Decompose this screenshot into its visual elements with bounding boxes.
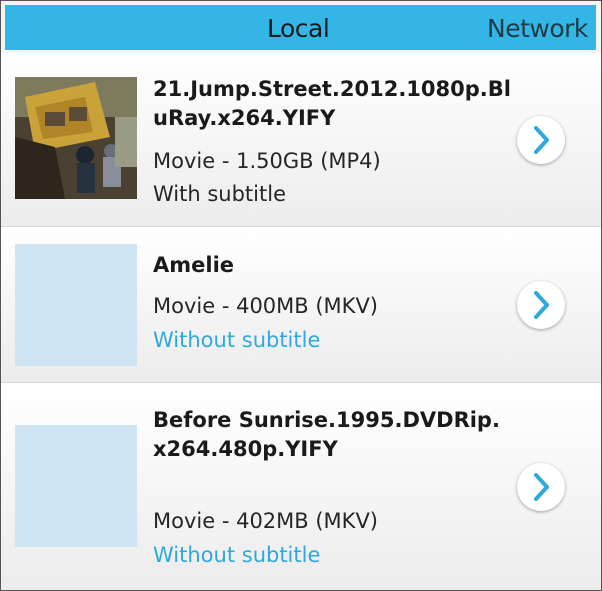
chevron-right-icon [534, 126, 549, 154]
list-item[interactable]: 21.Jump.Street.2012.1080p.BluRay.x264.YI… [1, 53, 601, 227]
video-thumbnail-placeholder [15, 425, 137, 547]
video-meta: Movie - 1.50GB (MP4) [153, 149, 381, 173]
video-thumbnail-placeholder [15, 244, 137, 366]
video-meta: Movie - 402MB (MKV) [153, 509, 379, 533]
video-meta: Movie - 400MB (MKV) [153, 294, 379, 318]
video-title: Amelie [153, 253, 235, 277]
open-details-button[interactable] [517, 116, 565, 164]
video-title: Before Sunrise.1995.DVDRip.x264.480p.YIF… [153, 408, 500, 461]
video-thumbnail [15, 77, 137, 199]
open-details-button[interactable] [517, 281, 565, 329]
list-item[interactable]: Before Sunrise.1995.DVDRip.x264.480p.YIF… [1, 383, 601, 590]
list-item[interactable]: Amelie Movie - 400MB (MKV) Without subti… [1, 227, 601, 383]
video-title: 21.Jump.Street.2012.1080p.BluRay.x264.YI… [153, 77, 511, 130]
open-details-button[interactable] [517, 463, 565, 511]
tab-bar: Local Network [5, 5, 596, 50]
chevron-right-icon [534, 291, 549, 319]
app-frame: Local Network 21.Jump.Street.2012.1080p.… [0, 0, 602, 591]
tab-local[interactable]: Local [267, 14, 330, 43]
subtitle-status: With subtitle [153, 182, 286, 206]
subtitle-status: Without subtitle [153, 328, 321, 352]
subtitle-status: Without subtitle [153, 543, 321, 567]
tab-network[interactable]: Network [487, 14, 588, 43]
chevron-right-icon [534, 473, 549, 501]
